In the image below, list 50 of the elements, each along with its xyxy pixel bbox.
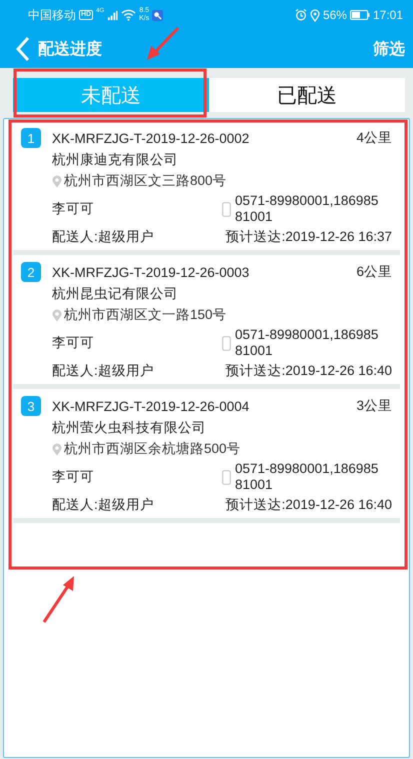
order-code: XK-MRFZJG-T-2019-12-26-0003 [52, 264, 250, 280]
location-icon [52, 442, 62, 456]
phone-number: 0571-89980001,18698581001 [235, 193, 380, 225]
courier: 配送人:超级用户 [52, 228, 154, 246]
location-icon [52, 174, 62, 188]
order-card[interactable]: 1 XK-MRFZJG-T-2019-12-26-0002 4公里 杭州康迪克有限公司 杭州市西湖区文三路800号 李可可 0571-89980001,18698581001 配送人:超级用户 预计送达:2019-12-26 16:37 [13, 124, 400, 255]
phone-icon [222, 336, 231, 350]
index-badge: 2 [21, 262, 41, 282]
annotation-arrow [147, 26, 180, 60]
carrier-name: 中国移动 [28, 6, 76, 24]
company-name: 杭州昆虫记有限公司 [51, 285, 179, 303]
back-button[interactable] [16, 36, 30, 62]
order-card[interactable]: 3 XK-MRFZJG-T-2019-12-26-0004 3公里 杭州萤火虫科技有限公司 杭州市西湖区余杭塘路500号 李可可 0571-89980001,18698581001 配送人:超级用户 预计送达:2019-12-26 16:40 [13, 392, 400, 523]
company-name: 杭州康迪克有限公司 [51, 151, 179, 169]
contact-name: 李可可 [52, 334, 95, 352]
contact-name: 李可可 [52, 468, 95, 486]
address: 杭州市西湖区文一路150号 [64, 306, 227, 324]
contact-name: 李可可 [52, 200, 95, 218]
phone-icon [222, 202, 231, 216]
index-badge: 3 [21, 396, 41, 416]
page-title: 配送进度 [38, 39, 102, 60]
phone-icon [222, 470, 231, 484]
battery-percent: 56% [322, 8, 347, 22]
index-badge: 1 [21, 128, 41, 148]
company-name: 杭州萤火虫科技有限公司 [51, 419, 207, 437]
alarm-icon [294, 9, 307, 21]
distance: 4公里 [356, 129, 392, 147]
signal-icon [107, 10, 118, 20]
phone-number: 0571-89980001,18698581001 [235, 327, 380, 359]
order-code: XK-MRFZJG-T-2019-12-26-0002 [52, 130, 250, 146]
order-code: XK-MRFZJG-T-2019-12-26-0004 [52, 398, 250, 414]
estimated-arrival: 预计送达:2019-12-26 16:40 [226, 362, 392, 380]
distance: 6公里 [356, 263, 392, 281]
clock: 17:01 [372, 8, 403, 22]
phone-number: 0571-89980001,18698581001 [235, 461, 380, 493]
courier: 配送人:超级用户 [52, 496, 154, 514]
wifi-icon [121, 9, 136, 21]
estimated-arrival: 预计送达:2019-12-26 16:40 [226, 496, 392, 514]
address: 杭州市西湖区余杭塘路500号 [64, 440, 241, 458]
location-icon [310, 8, 320, 22]
battery-icon [350, 10, 370, 20]
order-card[interactable]: 2 XK-MRFZJG-T-2019-12-26-0003 6公里 杭州昆虫记有限公司 杭州市西湖区文一路150号 李可可 0571-89980001,18698581001 配送人:超级用户 预计送达:2019-12-26 16:40 [13, 258, 400, 389]
tab[interactable]: 已配送 [209, 78, 405, 112]
app-icon [152, 10, 164, 20]
courier: 配送人:超级用户 [52, 362, 154, 380]
annotation-arrow [42, 576, 74, 623]
distance: 3公里 [356, 397, 392, 415]
estimated-arrival: 预计送达:2019-12-26 16:37 [226, 228, 392, 246]
location-icon [52, 308, 62, 322]
address: 杭州市西湖区文三路800号 [64, 172, 227, 190]
